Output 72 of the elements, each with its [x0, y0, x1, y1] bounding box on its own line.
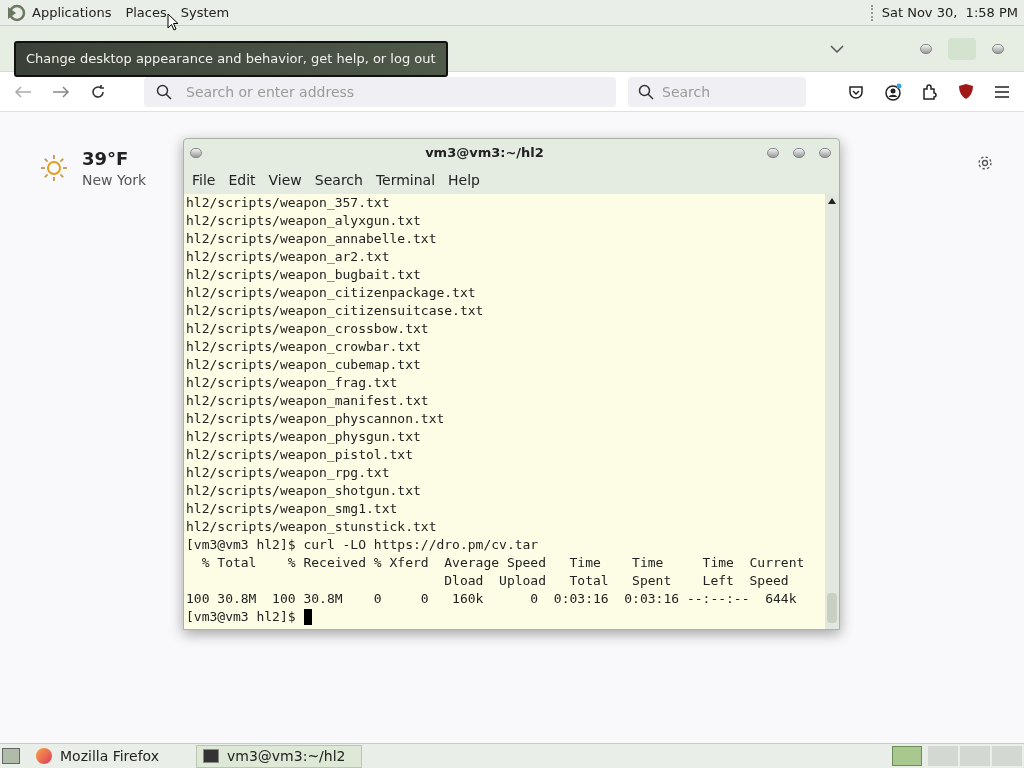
terminal-icon [203, 749, 219, 763]
shield-icon[interactable] [958, 83, 974, 100]
terminal-line: hl2/scripts/weapon_cubemap.txt [186, 356, 422, 374]
terminal-line: hl2/scripts/weapon_smg1.txt [186, 500, 399, 518]
reload-icon[interactable] [90, 83, 106, 100]
menu-icon[interactable] [994, 84, 1010, 99]
terminal-line: hl2/scripts/weapon_physcannon.txt [186, 410, 446, 428]
window-menu-icon[interactable] [190, 148, 202, 158]
scrollbar[interactable] [825, 194, 839, 629]
minimize-icon[interactable] [920, 43, 932, 54]
terminal-line: hl2/scripts/weapon_bugbait.txt [186, 266, 422, 284]
close-icon[interactable] [992, 43, 1004, 54]
pocket-icon[interactable] [848, 83, 864, 100]
terminal-prompt: [vm3@vm3 hl2]$ [186, 608, 296, 626]
puzzle-icon[interactable] [922, 83, 938, 100]
minimize-icon[interactable] [767, 148, 779, 158]
close-icon[interactable] [819, 148, 831, 158]
taskbar-button[interactable]: Mozilla Firefox [30, 744, 196, 768]
firefox-icon [36, 748, 52, 764]
terminal-line: hl2/scripts/weapon_manifest.txt [186, 392, 430, 410]
terminal-line: hl2/scripts/weapon_rpg.txt [186, 464, 391, 482]
menu-item[interactable]: View [268, 170, 302, 191]
menu-item[interactable]: Help [448, 170, 480, 191]
terminal-line: hl2/scripts/weapon_crowbar.txt [186, 338, 422, 356]
terminal-line: hl2/scripts/weapon_357.txt [186, 194, 391, 212]
mouse-pointer-icon [167, 13, 179, 31]
menu-item[interactable]: File [192, 170, 216, 191]
clock[interactable]: Sat Nov 30, 1:58 PM [881, 2, 1018, 23]
terminal-line: % Total % Received % Xferd Average Speed Time Time Time Current [200, 554, 806, 572]
back-arrow-icon[interactable] [14, 84, 32, 99]
terminal-line: hl2/scripts/weapon_annabelle.txt [186, 230, 438, 248]
scroll-thumb[interactable] [827, 593, 837, 623]
search-icon [638, 83, 654, 100]
terminal-line: hl2/scripts/weapon_citizensuitcase.txt [186, 302, 485, 320]
text-cursor [303, 609, 312, 625]
search-icon [156, 83, 172, 100]
taskbar-button[interactable]: vm3@vm3:~/hl2 [196, 744, 362, 768]
temperature: 39°F [82, 148, 130, 170]
workspace-switcher[interactable] [892, 746, 922, 766]
maximize-icon[interactable] [793, 148, 805, 158]
panel-menu[interactable]: System [180, 2, 230, 23]
scroll-up-icon[interactable] [828, 198, 836, 204]
panel-menu[interactable]: Applications [32, 2, 112, 23]
city: New York [82, 171, 147, 190]
terminal-line: 100 30.8M 100 30.8M 0 0 160k 0 0:03:16 0:03:16 --:--:-- 644k [186, 590, 798, 608]
tooltip: Change desktop appearance and behavior, get help, or log out [14, 41, 448, 77]
terminal-line: hl2/scripts/weapon_physgun.txt [186, 428, 422, 446]
sun-icon [38, 152, 70, 184]
account-icon[interactable] [884, 82, 902, 101]
terminal-line: hl2/scripts/weapon_pistol.txt [186, 446, 414, 464]
window-title: vm3@vm3:~/hl2 [424, 144, 545, 163]
chevron-down-icon[interactable] [830, 43, 844, 54]
terminal-line: hl2/scripts/weapon_alyxgun.txt [186, 212, 422, 230]
address-field[interactable]: Search or enter address [144, 76, 616, 107]
terminal-line: hl2/scripts/weapon_crossbow.txt [186, 320, 430, 338]
menu-item[interactable]: Search [314, 170, 363, 191]
terminal-line: hl2/scripts/weapon_stunstick.txt [186, 518, 438, 536]
settings-icon[interactable] [976, 154, 994, 172]
terminal-line: Dload Upload Total Spent Left Speed [443, 572, 790, 590]
terminal-line: hl2/scripts/weapon_citizenpackage.txt [186, 284, 477, 302]
panel-menu[interactable]: Places [125, 2, 167, 23]
menu-item[interactable]: Terminal [375, 170, 436, 191]
logo-icon[interactable] [6, 2, 26, 23]
terminal-line: [vm3@vm3 hl2]$ curl -LO https://dro.pm/cv.tar [186, 536, 540, 554]
forward-arrow-icon[interactable] [52, 84, 70, 99]
menu-item[interactable]: Edit [228, 170, 256, 191]
terminal-line: hl2/scripts/weapon_shotgun.txt [186, 482, 422, 500]
terminal-line: hl2/scripts/weapon_ar2.txt [186, 248, 391, 266]
show-desktop-icon[interactable] [2, 748, 20, 764]
terminal-line: hl2/scripts/weapon_frag.txt [186, 374, 399, 392]
search-field[interactable]: Search [628, 76, 806, 107]
panel-handle-icon [870, 4, 874, 21]
